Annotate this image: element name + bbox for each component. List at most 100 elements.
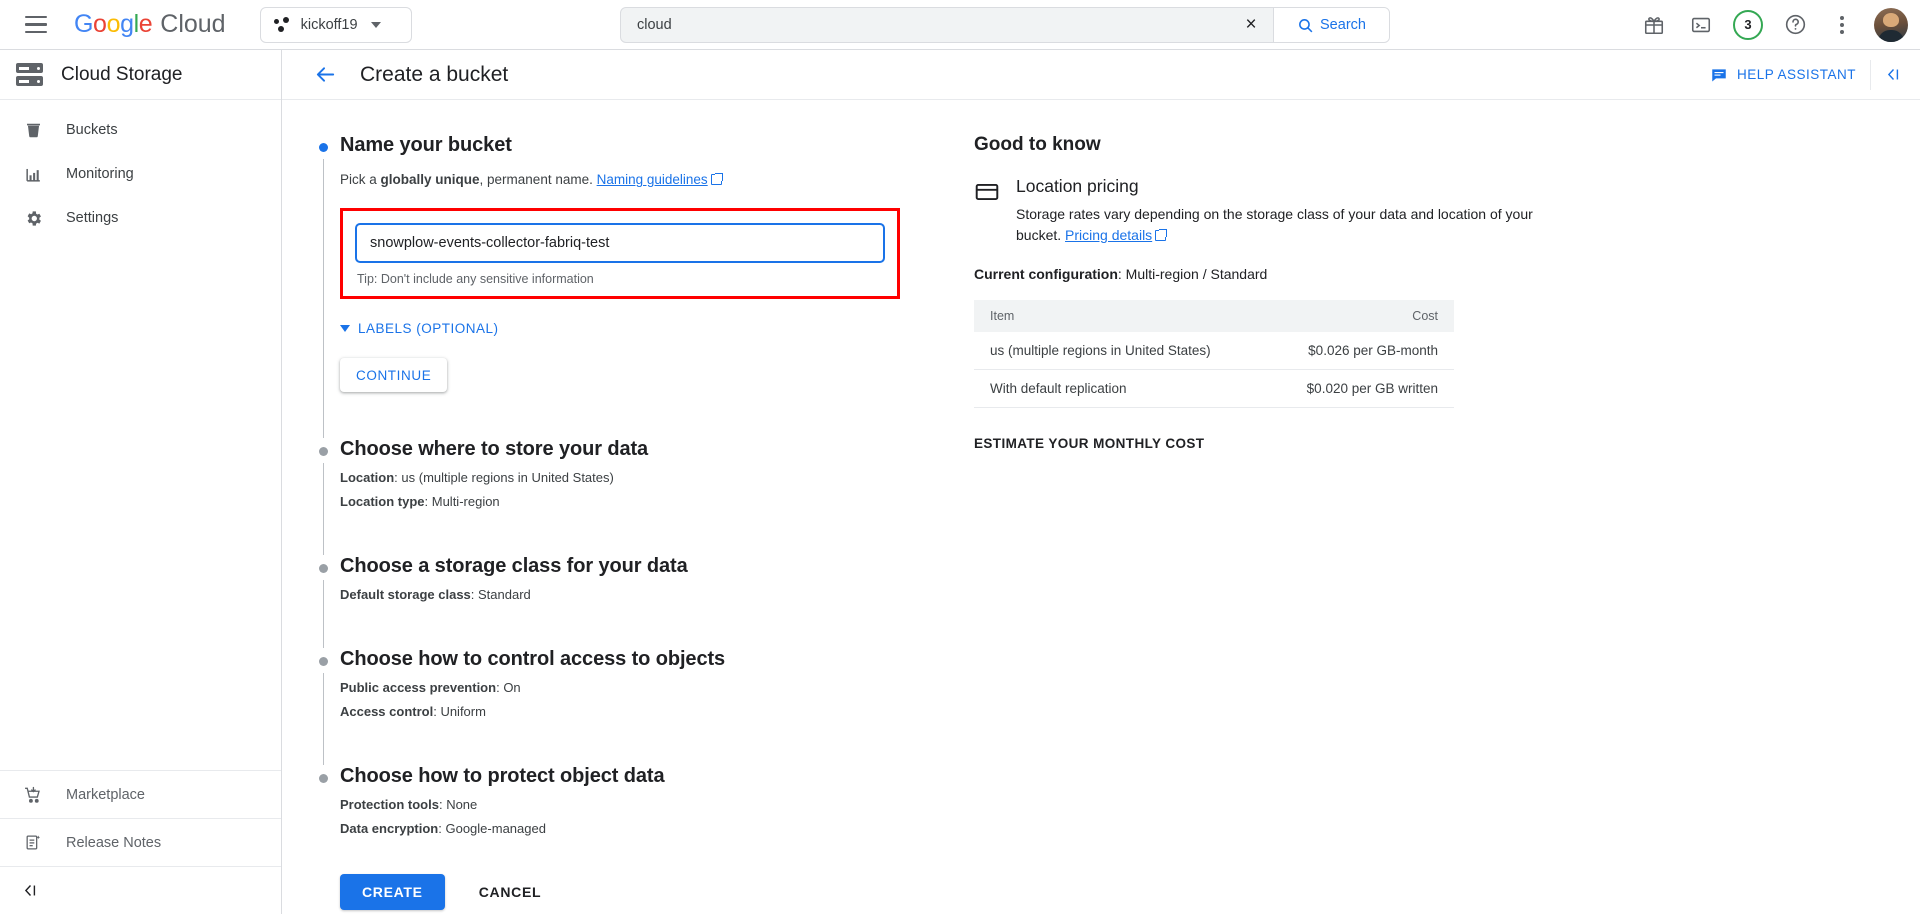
hamburger-menu-icon[interactable] <box>12 1 60 49</box>
location-pricing-body: Location pricing Storage rates vary depe… <box>1016 176 1536 246</box>
step-rail <box>306 648 340 766</box>
table-header-row: Item Cost <box>974 300 1454 332</box>
user-avatar[interactable] <box>1874 7 1908 42</box>
step-rail <box>306 765 340 840</box>
detail-value: Standard <box>478 587 531 603</box>
step-gap <box>340 719 902 761</box>
step-gap <box>340 392 902 434</box>
main-content: Create a bucket HELP ASSISTANT Name your… <box>282 50 1920 914</box>
create-button[interactable]: CREATE <box>340 874 445 911</box>
step-title: Choose how to protect object data <box>340 765 665 788</box>
step-name-your-bucket: Name your bucket Pick a globally unique,… <box>306 134 902 439</box>
table-row: With default replication $0.020 per GB w… <box>974 369 1454 408</box>
monitoring-chart-icon <box>22 163 44 185</box>
collapse-right-panel-icon[interactable] <box>1870 59 1902 90</box>
cancel-button[interactable]: CANCEL <box>465 874 556 910</box>
global-search-bar[interactable]: × Search <box>620 7 1390 43</box>
bucket-name-input[interactable] <box>355 223 885 264</box>
sidebar-item-label: Settings <box>66 210 119 226</box>
sidebar-nav-list: Buckets Monitoring Settings <box>0 100 281 240</box>
sidebar-item-monitoring[interactable]: Monitoring <box>0 152 281 196</box>
sidebar-item-marketplace[interactable]: Marketplace <box>0 770 281 818</box>
page-header-actions: HELP ASSISTANT <box>1710 59 1902 90</box>
cell-cost: $0.020 per GB written <box>1265 369 1454 408</box>
step-detail: Protection tools: None <box>340 797 478 813</box>
naming-guidelines-link[interactable]: Naming guidelines <box>597 172 708 187</box>
google-cloud-logo[interactable]: Google Cloud <box>74 10 226 39</box>
back-arrow-icon[interactable] <box>306 56 344 94</box>
labels-expander-label: LABELS (OPTIONAL) <box>358 321 499 337</box>
detail-key: Data encryption <box>340 821 439 837</box>
step-detail: Location: us (multiple regions in United… <box>340 470 614 486</box>
step-marker <box>318 774 328 784</box>
detail-value: None <box>446 797 478 813</box>
detail-value: us (multiple regions in United States) <box>401 470 614 486</box>
cloud-shell-terminal-icon[interactable] <box>1680 4 1722 46</box>
step-detail: Location type: Multi-region <box>340 494 500 510</box>
search-icon <box>1299 18 1313 32</box>
step-connector-line <box>322 673 324 766</box>
sidebar-item-label: Release Notes <box>66 834 162 851</box>
detail-key: Protection tools <box>340 797 439 813</box>
search-button[interactable]: Search <box>1273 8 1389 42</box>
form-actions: CREATE CANCEL <box>340 874 902 911</box>
good-to-know-panel: Good to know Location pricing Storage ra… <box>902 134 1920 914</box>
step-control-access: Choose how to control access to objects … <box>306 648 902 766</box>
step-title: Name your bucket <box>340 134 512 156</box>
detail-key: Public access prevention <box>340 680 497 696</box>
step-title: Choose a storage class for your data <box>340 555 688 578</box>
step-connector-line <box>322 580 324 649</box>
external-link-icon <box>710 173 723 185</box>
project-name-label: kickoff19 <box>300 16 358 33</box>
sidebar-item-buckets[interactable]: Buckets <box>0 108 281 152</box>
gift-icon[interactable] <box>1633 4 1675 46</box>
column-header-item: Item <box>974 300 1266 332</box>
help-question-icon[interactable] <box>1774 4 1816 46</box>
search-button-label: Search <box>1320 17 1366 33</box>
sidebar-product-title: Cloud Storage <box>61 63 183 85</box>
detail-value: On <box>503 680 521 696</box>
app-body: Cloud Storage Buckets Monitoring Setting… <box>0 50 1920 914</box>
external-link-icon <box>1155 229 1168 241</box>
step-connector-line <box>322 463 324 556</box>
bucket-name-tip: Tip: Don't include any sensitive informa… <box>357 272 594 287</box>
search-input[interactable] <box>621 8 1229 42</box>
location-pricing-title: Location pricing <box>1016 176 1139 196</box>
desc-bold: globally unique <box>380 172 480 187</box>
good-to-know-title: Good to know <box>974 134 1101 155</box>
detail-value: Uniform <box>440 704 486 720</box>
continue-button[interactable]: CONTINUE <box>340 358 448 393</box>
step-marker <box>318 564 328 574</box>
page-content: Name your bucket Pick a globally unique,… <box>282 100 1920 914</box>
cell-item: With default replication <box>974 369 1266 408</box>
chat-bubble-icon <box>1712 68 1726 82</box>
top-app-bar: Google Cloud kickoff19 × Search <box>0 0 1920 50</box>
more-options-kebab-icon[interactable] <box>1821 4 1863 46</box>
step-body: Choose a storage class for your data Def… <box>340 555 902 648</box>
sidebar-collapse-button[interactable] <box>0 866 281 914</box>
pricing-details-link[interactable]: Pricing details <box>1065 227 1152 243</box>
help-assistant-label: HELP ASSISTANT <box>1736 67 1856 82</box>
notification-badge[interactable]: 3 <box>1727 4 1769 46</box>
project-selector[interactable]: kickoff19 <box>259 6 412 43</box>
step-gap <box>340 602 902 644</box>
cell-cost: $0.026 per GB-month <box>1265 332 1454 370</box>
help-assistant-button[interactable]: HELP ASSISTANT <box>1710 66 1856 84</box>
page-title: Create a bucket <box>360 62 509 86</box>
step-body: Choose how to control access to objects … <box>340 648 902 765</box>
sidebar-item-label: Buckets <box>66 122 118 138</box>
sidebar-item-settings[interactable]: Settings <box>0 196 281 240</box>
sidebar-bottom-nav: Marketplace Release Notes <box>0 770 281 914</box>
sidebar-item-label: Marketplace <box>66 786 145 803</box>
cloud-storage-icon <box>16 63 43 86</box>
desc-pre: Pick a <box>340 172 381 187</box>
bucket-name-highlight-box: Tip: Don't include any sensitive informa… <box>340 208 900 300</box>
labels-expander[interactable]: LABELS (OPTIONAL) <box>340 321 902 336</box>
detail-value: Multi-region <box>431 494 500 510</box>
product-sidebar: Cloud Storage Buckets Monitoring Setting… <box>0 50 282 914</box>
step-title: Choose how to control access to objects <box>340 648 726 671</box>
sidebar-item-release-notes[interactable]: Release Notes <box>0 818 281 866</box>
clear-search-icon[interactable]: × <box>1229 8 1273 42</box>
estimate-monthly-cost-link[interactable]: ESTIMATE YOUR MONTHLY COST <box>974 436 1204 451</box>
location-pricing-card: Location pricing Storage rates vary depe… <box>974 176 1880 246</box>
